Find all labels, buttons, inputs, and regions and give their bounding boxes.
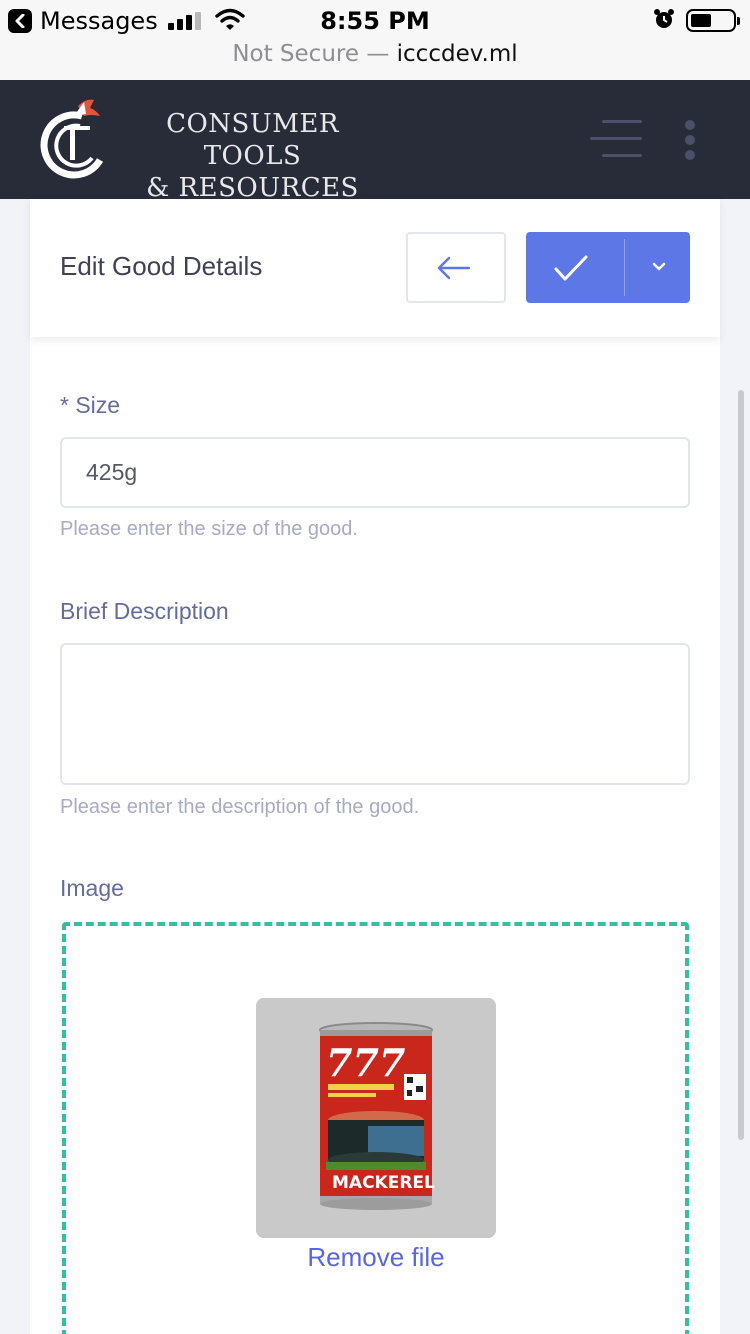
page-title: Edit Good Details (60, 251, 263, 281)
image-preview: 777 MACKEREL (256, 998, 496, 1238)
battery-icon (686, 9, 740, 32)
alarm-icon (654, 9, 674, 28)
edit-good-card: Edit Good Details * Size 425g Please ent… (30, 199, 720, 1334)
image-label: Image (60, 875, 124, 901)
size-input-value: 425g (86, 459, 138, 485)
url-bar[interactable]: Not Secure — icccdev.ml (0, 40, 750, 80)
security-indicator: Not Secure (232, 41, 360, 67)
can-brand-text: 777 (326, 1040, 405, 1085)
description-help-text: Please enter the description of the good… (60, 796, 420, 818)
card-toolbar: Edit Good Details (30, 199, 720, 337)
brand-line-1: CONSUMER TOOLS (166, 109, 339, 171)
clock: 8:55 PM (320, 7, 430, 35)
size-input[interactable]: 425g (60, 437, 690, 508)
mackerel-can-image: 777 MACKEREL (256, 998, 496, 1238)
check-icon (554, 255, 588, 281)
remove-file-link[interactable]: Remove file (66, 1242, 686, 1273)
hamburger-icon[interactable] (590, 120, 642, 160)
arrow-left-icon (437, 256, 471, 280)
chevron-down-icon (652, 262, 666, 271)
image-dropzone[interactable]: 777 MACKEREL Remove file (62, 922, 689, 1334)
ctr-logo-icon[interactable] (34, 96, 106, 180)
back-button[interactable] (406, 232, 506, 303)
url-separator: — (366, 41, 390, 67)
can-label-text: MACKEREL (332, 1173, 435, 1193)
status-bar: Messages 8:55 PM (0, 0, 750, 40)
url-host: icccdev.ml (396, 41, 518, 67)
description-label: Brief Description (60, 598, 229, 624)
save-options-toggle[interactable] (625, 232, 690, 303)
save-button[interactable] (526, 232, 624, 303)
brand-name: CONSUMER TOOLS & RESOURCES (126, 108, 379, 204)
size-help-text: Please enter the size of the good. (60, 518, 358, 540)
description-textarea[interactable] (60, 643, 690, 785)
app-header: CONSUMER TOOLS & RESOURCES (0, 80, 750, 203)
page-scrollbar[interactable] (738, 390, 744, 1140)
save-button-group (526, 232, 690, 303)
kebab-icon[interactable] (684, 120, 696, 160)
size-label: * Size (60, 392, 121, 418)
